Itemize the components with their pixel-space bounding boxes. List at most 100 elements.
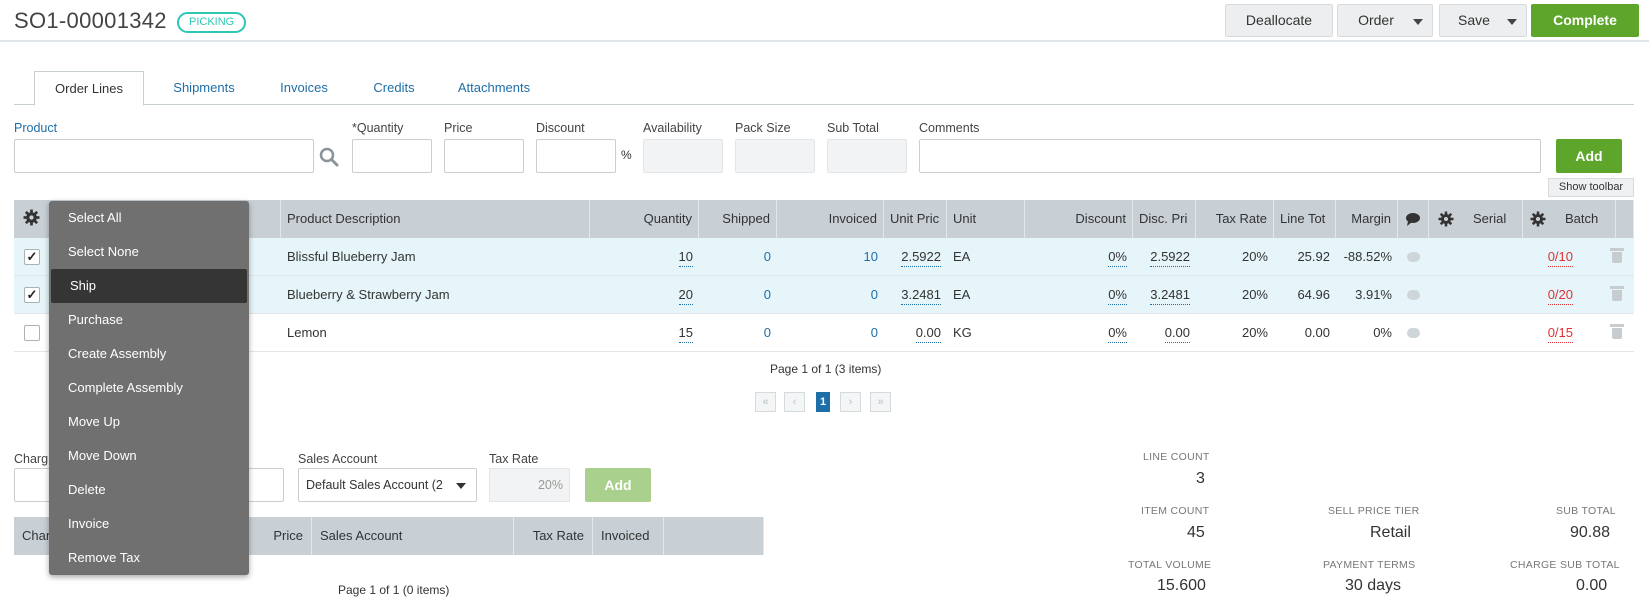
comment-bubble-icon[interactable]: [1407, 328, 1420, 338]
cell-quantity[interactable]: 15: [590, 314, 699, 352]
cell-shipped[interactable]: 0: [699, 238, 777, 276]
price-input[interactable]: [444, 139, 524, 173]
disc-price-value[interactable]: 3.2481: [1150, 287, 1190, 305]
search-icon[interactable]: [319, 147, 339, 167]
charges-col-sales-account[interactable]: Sales Account: [312, 517, 514, 555]
cell-discount[interactable]: 0%: [1025, 276, 1133, 314]
quantity-value[interactable]: 20: [678, 287, 693, 305]
menu-item-select-none[interactable]: Select None: [49, 235, 249, 269]
cell-disc-price[interactable]: 2.5922: [1133, 238, 1196, 276]
discount-value[interactable]: 0%: [1108, 249, 1127, 267]
tab-order-lines[interactable]: Order Lines: [34, 71, 144, 106]
cell-shipped[interactable]: 0: [699, 314, 777, 352]
show-toolbar-button[interactable]: Show toolbar: [1548, 178, 1634, 197]
cell-quantity[interactable]: 10: [590, 238, 699, 276]
quantity-input[interactable]: [352, 139, 432, 173]
col-disc-price[interactable]: Disc. Pri: [1133, 200, 1196, 238]
batch-value[interactable]: 0/20: [1547, 287, 1573, 305]
tab-credits[interactable]: Credits: [354, 71, 434, 105]
cell-invoiced[interactable]: 0: [777, 314, 884, 352]
charges-col-invoiced[interactable]: Invoiced: [593, 517, 664, 555]
product-input[interactable]: [14, 139, 314, 173]
batch-value[interactable]: 0/15: [1547, 325, 1573, 343]
comment-bubble-icon[interactable]: [1407, 290, 1420, 300]
trash-icon[interactable]: [1610, 286, 1624, 301]
menu-item-complete-assembly[interactable]: Complete Assembly: [49, 371, 249, 405]
menu-item-select-all[interactable]: Select All: [49, 201, 249, 235]
pager-current-page[interactable]: 1: [816, 392, 830, 412]
cell-unit-price[interactable]: 2.5922: [884, 238, 947, 276]
row-checkbox[interactable]: ✓: [24, 287, 40, 303]
save-menu-button[interactable]: Save: [1439, 4, 1527, 37]
menu-item-move-up[interactable]: Move Up: [49, 405, 249, 439]
table-row[interactable]: ✓ Blissful Blueberry Jam 10 0 10 2.5922 …: [14, 238, 1634, 276]
deallocate-button[interactable]: Deallocate: [1225, 4, 1333, 37]
tab-invoices[interactable]: Invoices: [264, 71, 344, 105]
col-unit[interactable]: Unit: [947, 200, 1025, 238]
menu-item-ship[interactable]: Ship: [51, 269, 247, 303]
menu-item-invoice[interactable]: Invoice: [49, 507, 249, 541]
discount-value[interactable]: 0%: [1108, 325, 1127, 343]
cell-batch[interactable]: 0/15: [1523, 314, 1579, 352]
menu-item-purchase[interactable]: Purchase: [49, 303, 249, 337]
order-menu-button[interactable]: Order: [1337, 4, 1433, 37]
col-tax-rate[interactable]: Tax Rate: [1196, 200, 1274, 238]
serial-settings-gear-icon[interactable]: [1438, 211, 1454, 227]
col-discount[interactable]: Discount: [1025, 200, 1133, 238]
cell-unit-price[interactable]: 3.2481: [884, 276, 947, 314]
col-quantity[interactable]: Quantity: [590, 200, 699, 238]
grid-settings-gear-icon[interactable]: [23, 209, 40, 226]
trash-icon[interactable]: [1610, 324, 1624, 339]
cell-discount[interactable]: 0%: [1025, 238, 1133, 276]
unit-price-value[interactable]: 3.2481: [901, 287, 941, 305]
col-line-total[interactable]: Line Tot: [1274, 200, 1336, 238]
col-invoiced[interactable]: Invoiced: [777, 200, 884, 238]
table-row[interactable]: ✓ Blueberry & Strawberry Jam 20 0 0 3.24…: [14, 276, 1634, 314]
cell-disc-price[interactable]: 3.2481: [1133, 276, 1196, 314]
menu-item-remove-tax[interactable]: Remove Tax: [49, 541, 249, 575]
trash-icon[interactable]: [1610, 248, 1624, 263]
disc-price-value[interactable]: 0.00: [1164, 325, 1190, 343]
cell-invoiced[interactable]: 0: [777, 276, 884, 314]
col-shipped[interactable]: Shipped: [699, 200, 777, 238]
quantity-value[interactable]: 15: [678, 325, 693, 343]
row-checkbox[interactable]: [24, 325, 40, 341]
cell-discount[interactable]: 0%: [1025, 314, 1133, 352]
row-checkbox[interactable]: ✓: [24, 249, 40, 265]
pager-next-button[interactable]: ›: [840, 392, 861, 412]
cell-disc-price[interactable]: 0.00: [1133, 314, 1196, 352]
cell-shipped[interactable]: 0: [699, 276, 777, 314]
cell-unit-price[interactable]: 0.00: [884, 314, 947, 352]
table-row[interactable]: Lemon 15 0 0 0.00 KG 0% 0.00 20% 0.00 0%…: [14, 314, 1634, 352]
cell-quantity[interactable]: 20: [590, 276, 699, 314]
comment-bubble-icon[interactable]: [1407, 252, 1420, 262]
tab-shipments[interactable]: Shipments: [154, 71, 254, 105]
unit-price-value[interactable]: 2.5922: [901, 249, 941, 267]
batch-settings-gear-icon[interactable]: [1530, 211, 1546, 227]
col-product-description[interactable]: Product Description: [281, 200, 590, 238]
sales-account-select[interactable]: Default Sales Account (2: [298, 468, 477, 502]
col-margin[interactable]: Margin: [1336, 200, 1398, 238]
charges-col-tax-rate[interactable]: Tax Rate: [514, 517, 593, 555]
col-unit-price[interactable]: Unit Pric: [884, 200, 947, 238]
pager-last-button[interactable]: »: [870, 392, 891, 412]
discount-value[interactable]: 0%: [1108, 287, 1127, 305]
comments-input[interactable]: [919, 139, 1541, 173]
complete-button[interactable]: Complete: [1531, 4, 1639, 37]
pager-first-button[interactable]: «: [755, 392, 776, 412]
discount-input[interactable]: [536, 139, 616, 173]
add-charge-button[interactable]: Add: [585, 468, 651, 502]
unit-price-value[interactable]: 0.00: [915, 325, 941, 343]
menu-item-create-assembly[interactable]: Create Assembly: [49, 337, 249, 371]
add-line-button[interactable]: Add: [1556, 139, 1622, 173]
disc-price-value[interactable]: 2.5922: [1150, 249, 1190, 267]
batch-value[interactable]: 0/10: [1547, 249, 1573, 267]
menu-item-delete[interactable]: Delete: [49, 473, 249, 507]
cell-batch[interactable]: 0/20: [1523, 276, 1579, 314]
pager-prev-button[interactable]: ‹: [784, 392, 805, 412]
tab-attachments[interactable]: Attachments: [444, 71, 544, 105]
cell-batch[interactable]: 0/10: [1523, 238, 1579, 276]
quantity-value[interactable]: 10: [678, 249, 693, 267]
cell-invoiced[interactable]: 10: [777, 238, 884, 276]
menu-item-move-down[interactable]: Move Down: [49, 439, 249, 473]
